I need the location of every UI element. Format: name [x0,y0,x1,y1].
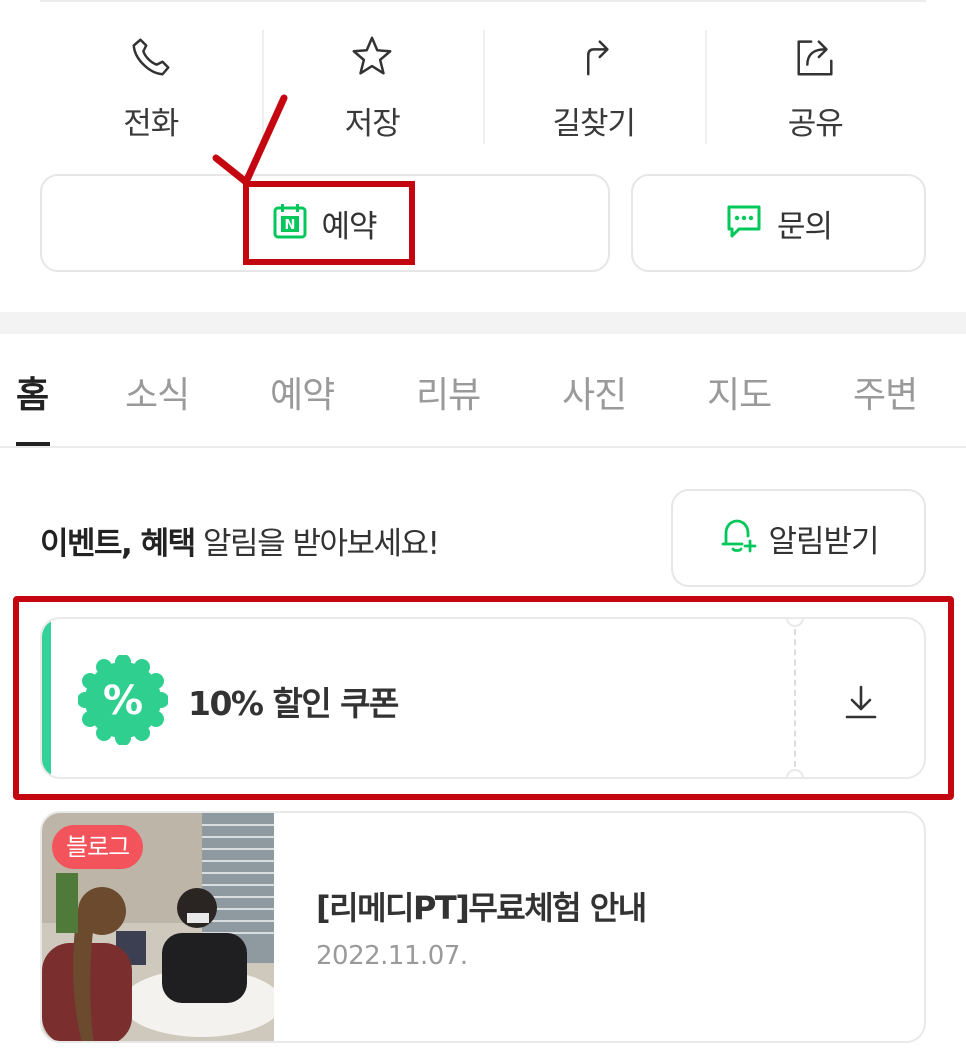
seal-percent-text: % [103,678,143,724]
coupon-notch-bottom [786,769,804,777]
naver-booking-icon: N [273,203,307,243]
blog-post-card[interactable]: 블로그 [리메디PT]무료체험 안내 2022.11.07. [40,811,926,1043]
save-label: 저장 [344,106,401,142]
top-divider [40,0,926,2]
tab-photos[interactable]: 사진 [562,366,627,418]
bell-plus-icon [718,516,758,560]
directions-icon [571,34,617,80]
call-label: 전화 [123,106,179,142]
coupon-perforation [794,619,796,777]
call-button[interactable]: 전화 [40,28,262,146]
blog-badge: 블로그 [52,825,144,869]
tab-map[interactable]: 지도 [707,366,772,418]
blog-post-date: 2022.11.07. [316,941,468,971]
share-label: 공유 [787,106,844,142]
tab-booking[interactable]: 예약 [270,366,335,418]
share-button[interactable]: 공유 [704,28,927,146]
active-tab-indicator [16,442,50,446]
inquiry-label: 문의 [776,208,833,245]
reserve-button[interactable]: N 예약 [40,174,610,272]
phone-icon [128,34,174,80]
naver-booking-letter: N [285,218,296,233]
section-gap [0,312,966,334]
coupon-title: 10% 할인 쿠폰 [188,684,399,723]
download-icon[interactable] [842,683,880,721]
coupon-notch-top [786,619,804,627]
subscribe-notifications-button[interactable]: 알림받기 [671,489,926,587]
notification-prompt-bold: 이벤트, 혜택 [40,526,196,562]
save-button[interactable]: 저장 [261,28,484,146]
tab-news[interactable]: 소식 [125,366,190,418]
discount-seal-icon: % [78,655,168,745]
notification-prompt: 이벤트, 혜택 알림을 받아보세요! [40,518,440,563]
chat-bubble-icon [725,203,763,243]
directions-button[interactable]: 길찾기 [483,28,705,146]
tab-home[interactable]: 홈 [16,366,49,418]
subscribe-label: 알림받기 [768,523,879,560]
inquiry-button[interactable]: 문의 [631,174,926,272]
blog-post-title: [리메디PT]무료체험 안내 [316,889,647,927]
tab-bar: 홈 소식 예약 리뷰 사진 지도 주변 [0,334,966,448]
tab-reviews[interactable]: 리뷰 [416,366,481,418]
tab-nearby[interactable]: 주변 [853,366,918,418]
share-icon [792,34,838,80]
coupon-card[interactable]: % 10% 할인 쿠폰 [40,617,926,779]
notification-prompt-rest: 알림을 받아보세요! [194,526,440,562]
directions-label: 길찾기 [552,106,636,142]
blog-thumbnail: 블로그 [42,813,274,1041]
star-icon [349,34,395,80]
coupon-accent-bar [42,619,51,777]
reserve-label: 예약 [321,208,377,245]
action-bar: 전화 저장 길찾기 공유 [40,28,926,146]
